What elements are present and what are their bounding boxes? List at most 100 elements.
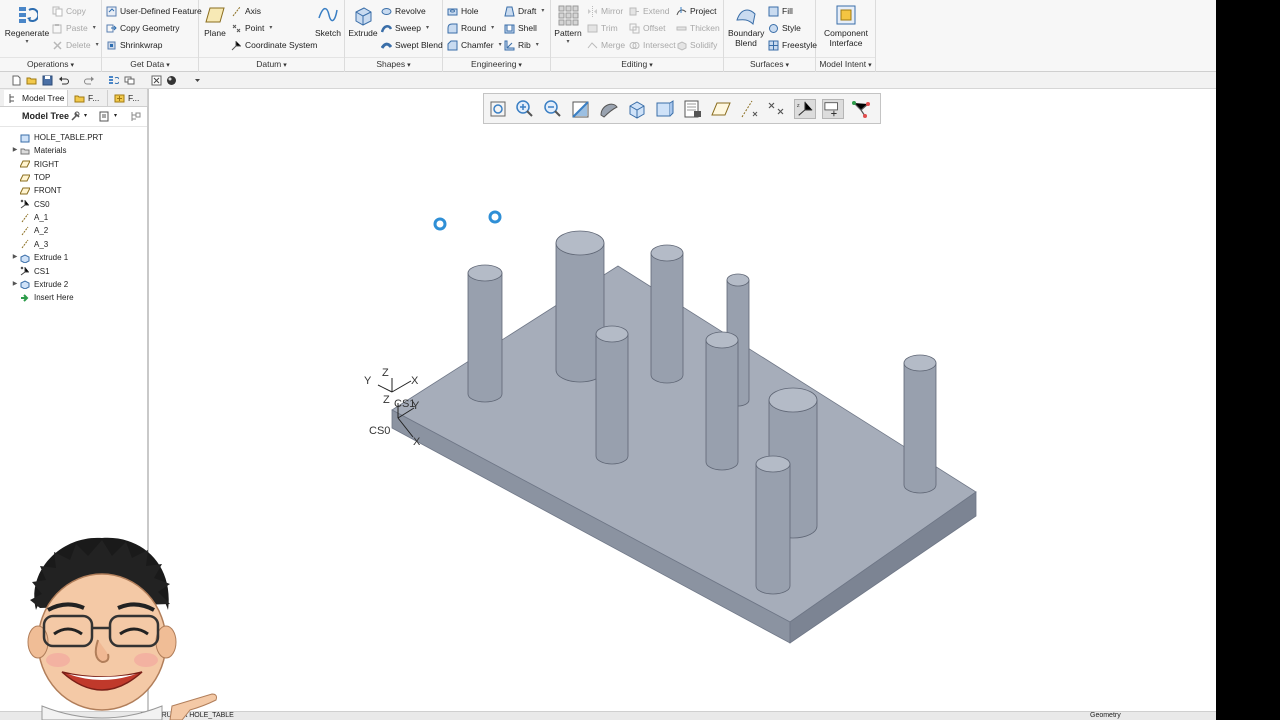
tree-item[interactable]: HOLE_TABLE.PRT (10, 131, 103, 144)
tree-item[interactable]: Insert Here (10, 291, 74, 304)
cylinder-pin[interactable] (755, 455, 791, 595)
project-button[interactable]: Project (676, 3, 716, 19)
trim-button[interactable]: Trim (587, 20, 618, 36)
editing-group-label[interactable]: Editing ▾ (551, 57, 723, 70)
tree-item[interactable]: A_2 (10, 224, 48, 237)
shrinkwrap-icon (107, 41, 116, 49)
cylinder-pin[interactable] (705, 331, 739, 471)
tree-item[interactable]: A_1 (10, 211, 48, 224)
tree-settings-dropdown[interactable]: ▾ (84, 112, 87, 119)
tab-folder-browser[interactable]: F... (70, 90, 108, 106)
engineering-label-text: Engineering (471, 59, 517, 69)
mirror-button[interactable]: Mirror (587, 3, 623, 19)
tree-item[interactable]: RIGHT (10, 158, 59, 171)
chamfer-label: Chamfer (461, 40, 494, 50)
close-window-icon[interactable] (151, 75, 162, 86)
expand-arrow-icon[interactable]: ▶ (10, 278, 20, 291)
expand-arrow-icon[interactable]: ▶ (10, 144, 20, 157)
delete-button[interactable]: Delete ▾ (52, 37, 99, 53)
windows-icon[interactable] (124, 75, 135, 86)
selection-filter[interactable]: Geometry (1090, 712, 1121, 719)
rib-button[interactable]: Rib ▾ (504, 37, 539, 53)
tree-item[interactable]: CS0 (10, 198, 50, 211)
undo-icon[interactable] (58, 75, 69, 86)
tree-item[interactable]: ▶ Extrude 1 (10, 251, 68, 264)
appearance-icon[interactable] (166, 75, 177, 86)
regenerate-button[interactable]: Regenerate ▾ (4, 4, 50, 45)
tree-item[interactable]: CS1 (10, 265, 50, 278)
component-interface-button[interactable]: Component Interface (818, 4, 874, 48)
sketch-button[interactable]: Sketch (313, 4, 343, 38)
surfaces-group-label[interactable]: Surfaces ▾ (724, 57, 815, 70)
plane-button[interactable]: Plane (201, 4, 229, 38)
save-icon[interactable] (42, 75, 53, 86)
paste-button[interactable]: Paste ▾ (52, 20, 96, 36)
extend-button[interactable]: Extend (629, 3, 669, 19)
shapes-group-label[interactable]: Shapes ▾ (345, 57, 442, 70)
tree-item-label: FRONT (34, 186, 62, 196)
tree-item[interactable]: FRONT (10, 184, 62, 197)
user-defined-feature-button[interactable]: User-Defined Feature (106, 3, 202, 19)
draft-button[interactable]: Draft ▾ (504, 3, 544, 19)
operations-group-label[interactable]: Operations ▾ (0, 57, 101, 70)
copy-geometry-button[interactable]: Copy Geometry (106, 20, 180, 36)
cylinder-pin[interactable] (650, 244, 684, 384)
sketch-icon (318, 7, 338, 22)
intersect-button[interactable]: Intersect (629, 37, 676, 53)
shrinkwrap-button[interactable]: Shrinkwrap (106, 37, 163, 53)
component-interface-label-2: Interface (829, 38, 863, 48)
round-button[interactable]: Round ▾ (447, 20, 494, 36)
tree-item[interactable]: A_3 (10, 238, 48, 251)
tree-settings-icon[interactable] (70, 111, 81, 122)
redo-icon[interactable] (84, 75, 95, 86)
engineering-group-label[interactable]: Engineering ▾ (443, 57, 550, 70)
axis-button[interactable]: Axis (231, 3, 261, 19)
offset-button[interactable]: Offset (629, 20, 666, 36)
thicken-icon (676, 26, 687, 30)
pattern-button[interactable]: Pattern ▾ (553, 4, 583, 45)
model-viewport[interactable]: Z Y X CS1 Z Y X CS0 (151, 89, 1216, 711)
customize-qab-icon[interactable] (192, 75, 203, 86)
show-dropdown[interactable]: ▾ (114, 112, 117, 119)
expand-arrow-icon[interactable]: ▶ (10, 251, 20, 264)
merge-button[interactable]: Merge (587, 37, 625, 53)
tree-item[interactable]: ▶ Extrude 2 (10, 278, 68, 291)
get-data-group-label[interactable]: Get Data ▾ (102, 57, 198, 70)
selection-marker[interactable] (488, 210, 502, 224)
freestyle-button[interactable]: Freestyle (768, 37, 817, 53)
chamfer-button[interactable]: Chamfer ▾ (447, 37, 502, 53)
fill-button[interactable]: Fill (768, 3, 793, 19)
hole-button[interactable]: Hole (447, 3, 478, 19)
sweep-button[interactable]: Sweep ▾ (381, 20, 429, 36)
shell-label: Shell (518, 23, 537, 33)
cylinder-pin[interactable] (595, 325, 629, 465)
coordinate-system-button[interactable]: Coordinate System (231, 37, 317, 53)
hole-icon (447, 8, 458, 15)
datum-group-label[interactable]: Datum ▾ (199, 57, 344, 70)
swept-blend-button[interactable]: Swept Blend (381, 37, 443, 53)
tree-item[interactable]: TOP (10, 171, 50, 184)
tree-item[interactable]: ▶ Materials (10, 144, 67, 157)
tab-favorites[interactable]: F... (110, 90, 148, 106)
cylinder-pin[interactable] (467, 264, 503, 403)
boundary-blend-button[interactable]: Boundary Blend (728, 4, 764, 48)
cylinder-pin[interactable] (903, 354, 937, 494)
thicken-button[interactable]: Thicken (676, 20, 720, 36)
graphics-area[interactable]: Z Z Y X CS1 Z Y X CS0 (151, 89, 1216, 711)
selection-marker[interactable] (433, 217, 447, 231)
model-intent-group-label[interactable]: Model Intent ▾ (816, 57, 875, 70)
regenerate-small-icon[interactable] (108, 75, 119, 86)
new-file-icon[interactable] (11, 75, 22, 86)
revolve-button[interactable]: Revolve (381, 3, 426, 19)
tab-model-tree[interactable]: Model Tree (4, 90, 68, 106)
shell-button[interactable]: Shell (504, 20, 537, 36)
tree-filter-icon[interactable] (130, 111, 141, 122)
point-button[interactable]: Point ▾ (231, 20, 272, 36)
copy-button[interactable]: Copy (52, 3, 86, 19)
open-folder-icon[interactable] (26, 75, 37, 86)
show-icon[interactable] (99, 111, 110, 122)
tree-item-label: A_2 (34, 226, 49, 236)
style-button[interactable]: Style (768, 20, 801, 36)
extrude-button[interactable]: Extrude (347, 4, 379, 38)
solidify-button[interactable]: Solidify (676, 37, 717, 53)
